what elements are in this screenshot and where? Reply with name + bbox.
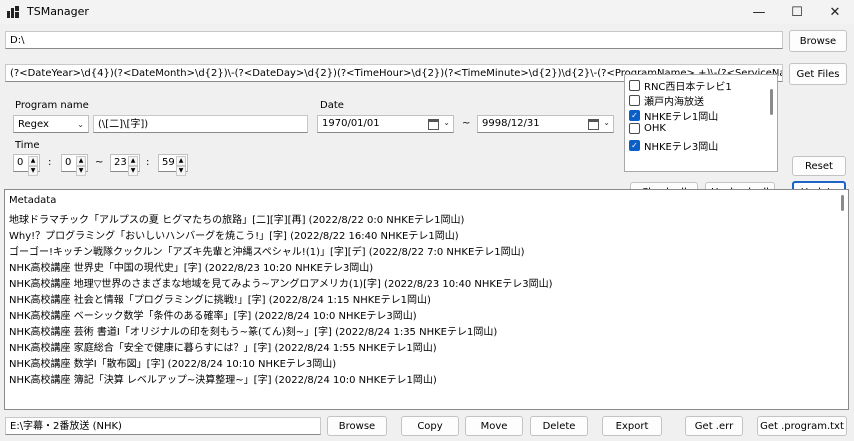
list-scrollbar[interactable] <box>841 195 844 211</box>
destination-path-input[interactable]: E:\字幕・2番放送 (NHK) <box>5 417 321 435</box>
stepper-up-icon[interactable]: ▲ <box>28 156 38 166</box>
service-name: RNC西日本テレビ1 <box>644 82 732 93</box>
service-item[interactable]: ✓ NHKEテレ3岡山 <box>629 138 718 153</box>
date-from-value: 1970/01/01 <box>322 118 380 129</box>
checkbox-unchecked-icon[interactable] <box>629 123 640 134</box>
app-icon <box>7 6 19 18</box>
move-button[interactable]: Move <box>465 416 523 436</box>
date-to-value: 9998/12/31 <box>482 118 540 129</box>
service-item[interactable]: RNC西日本テレビ1 <box>629 78 732 93</box>
stepper-up-icon[interactable]: ▲ <box>128 156 138 166</box>
chevron-down-icon: ⌄ <box>77 119 84 129</box>
time-to-hour-value: 23 <box>114 157 127 168</box>
maximize-icon[interactable]: ☐ <box>778 0 816 24</box>
time-to-minute-stepper[interactable]: 59 ▲ ▼ <box>158 154 188 176</box>
checkbox-unchecked-icon[interactable] <box>629 95 640 106</box>
title-bar: TSManager — ☐ ✕ <box>0 0 854 24</box>
list-item[interactable]: NHK高校講座 数学I「散布図」[字] (2022/8/24 10:10 NHK… <box>9 355 336 370</box>
list-item[interactable]: NHK高校講座 簿記「決算 レベルアップ~決算整理~」[字] (2022/8/2… <box>9 371 437 386</box>
get-files-button[interactable]: Get Files <box>789 63 847 85</box>
checkbox-checked-icon[interactable]: ✓ <box>629 140 640 151</box>
list-item[interactable]: NHK高校講座 家庭総合「安全で健康に暮らすには？」[字] (2022/8/24… <box>9 339 437 354</box>
program-pattern-input[interactable]: (\[二]\[字]) <box>93 115 308 133</box>
stepper-up-icon[interactable]: ▲ <box>176 156 186 166</box>
time-to-minute-value: 59 <box>162 157 175 168</box>
program-name-label: Program name <box>15 100 89 111</box>
time-label: Time <box>15 140 40 151</box>
list-item[interactable]: NHK高校講座 地理▽世界のさまざまな地域を見てみよう~アングロアメリカ(1)[… <box>9 275 553 290</box>
stepper-down-icon[interactable]: ▼ <box>28 166 38 176</box>
minimize-icon[interactable]: — <box>740 0 778 24</box>
list-item[interactable]: NHK高校講座 ベーシック数学「条件のある確率」[字] (2022/8/24 1… <box>9 307 417 322</box>
list-item[interactable]: NHK高校講座 芸術 書道I「オリジナルの印を刻もう~篆(てん)刻~」[字] (… <box>9 323 497 338</box>
time-from-hour-value: 0 <box>17 157 24 168</box>
list-item[interactable]: Why!？プログラミング「おいしいハンバーグを焼こう!」[字] (2022/8/… <box>9 227 459 242</box>
service-name: 瀬戸内海放送 <box>644 97 704 108</box>
checkbox-unchecked-icon[interactable] <box>629 80 640 91</box>
browse-destination-button[interactable]: Browse <box>327 416 387 436</box>
delete-button[interactable]: Delete <box>530 416 588 436</box>
time-from-hour-stepper[interactable]: 0 ▲ ▼ <box>13 154 40 176</box>
list-item[interactable]: 地球ドラマチック「アルプスの夏 ヒグマたちの旅路」[二][字][再] (2022… <box>9 211 464 226</box>
source-path-input[interactable]: D:\ <box>5 31 783 49</box>
date-label: Date <box>320 100 344 111</box>
date-from-picker[interactable]: 1970/01/01 ⌄ <box>317 115 454 133</box>
time-to-hour-stepper[interactable]: 23 ▲ ▼ <box>110 154 140 176</box>
stepper-up-icon[interactable]: ▲ <box>76 156 86 166</box>
get-program-txt-button[interactable]: Get .program.txt <box>757 416 847 436</box>
service-checklist[interactable]: RNC西日本テレビ1 瀬戸内海放送 ✓ NHKEテレ1岡山 OHK ✓ NHKE… <box>624 74 778 172</box>
program-match-mode-select[interactable]: Regex ⌄ <box>13 115 89 133</box>
list-item[interactable]: ゴーゴー!キッチン戦隊クックルン「アズキ先輩と沖縄スペシャル!(1)」[字][デ… <box>9 243 525 258</box>
program-match-mode-value: Regex <box>18 118 49 130</box>
date-to-picker[interactable]: 9998/12/31 ⌄ <box>477 115 614 133</box>
checkbox-checked-icon[interactable]: ✓ <box>629 110 640 121</box>
checklist-scrollbar[interactable] <box>770 89 773 115</box>
copy-button[interactable]: Copy <box>401 416 459 436</box>
service-name: NHKEテレ3岡山 <box>644 142 719 153</box>
service-item[interactable]: OHK <box>629 123 666 134</box>
service-item[interactable]: 瀬戸内海放送 <box>629 93 704 108</box>
metadata-header: Metadata <box>9 195 57 206</box>
calendar-icon[interactable] <box>588 119 599 130</box>
stepper-down-icon[interactable]: ▼ <box>76 166 86 176</box>
calendar-icon[interactable] <box>428 119 439 130</box>
time-from-minute-value: 0 <box>65 157 72 168</box>
stepper-down-icon[interactable]: ▼ <box>128 166 138 176</box>
time-colon: : <box>48 157 52 168</box>
time-range-separator: ~ <box>95 157 104 168</box>
stepper-down-icon[interactable]: ▼ <box>176 166 186 176</box>
time-from-minute-stepper[interactable]: 0 ▲ ▼ <box>61 154 88 176</box>
chevron-down-icon: ⌄ <box>603 118 610 127</box>
time-colon: : <box>146 157 150 168</box>
browse-source-button[interactable]: Browse <box>789 30 847 52</box>
list-item[interactable]: NHK高校講座 社会と情報「プログラミングに挑戦!」[字] (2022/8/24… <box>9 291 431 306</box>
export-button[interactable]: Export <box>602 416 662 436</box>
reset-button[interactable]: Reset <box>792 156 846 176</box>
get-err-button[interactable]: Get .err <box>685 416 743 436</box>
chevron-down-icon: ⌄ <box>443 118 450 127</box>
list-item[interactable]: NHK高校講座 世界史「中国の現代史」[字] (2022/8/23 10:20 … <box>9 259 373 274</box>
window-title: TSManager <box>27 5 89 18</box>
date-range-separator: ~ <box>462 118 471 129</box>
service-name: NHKEテレ1岡山 <box>644 112 719 123</box>
close-icon[interactable]: ✕ <box>816 0 854 24</box>
service-item[interactable]: ✓ NHKEテレ1岡山 <box>629 108 718 123</box>
metadata-list[interactable]: Metadata 地球ドラマチック「アルプスの夏 ヒグマたちの旅路」[二][字]… <box>4 189 849 410</box>
service-name: OHK <box>644 123 666 134</box>
